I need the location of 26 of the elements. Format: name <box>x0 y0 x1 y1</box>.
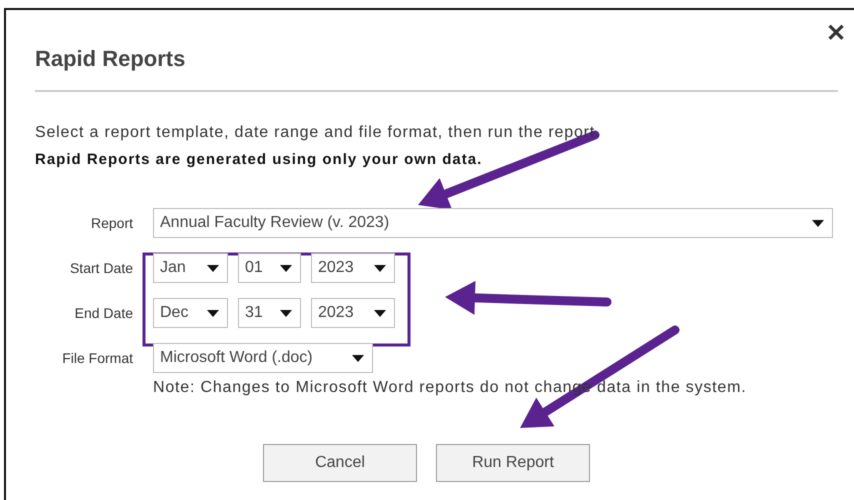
dropdown[interactable]: 31 <box>238 298 301 328</box>
dropdown[interactable]: 2023 <box>311 253 395 283</box>
caret-icon <box>207 264 219 272</box>
caret-icon <box>207 310 219 316</box>
dropdown[interactable]: Dec <box>153 298 228 328</box>
field-label: Report <box>90 214 133 233</box>
caret-icon <box>812 220 824 226</box>
caret-icon <box>374 310 386 316</box>
notice-text: Rapid Reports are generated using only your own data. <box>35 150 484 169</box>
dropdown[interactable]: Annual Faculty Review (v. 2023) <box>153 208 833 238</box>
caret-icon <box>280 264 292 272</box>
dropdown[interactable]: 2023 <box>311 298 395 328</box>
caret-icon <box>374 264 386 272</box>
cancel-button[interactable]: Cancel <box>263 444 417 482</box>
dialog-title: Rapid Reports <box>35 46 186 72</box>
run-report-button[interactable]: Run Report <box>436 444 590 482</box>
dropdown[interactable]: 01 <box>238 253 301 283</box>
field-label: Start Date <box>68 259 133 278</box>
caret-icon <box>280 310 292 316</box>
dropdown[interactable]: Microsoft Word (.doc) <box>153 343 373 373</box>
dropdown[interactable]: Jan <box>153 253 228 283</box>
caret-icon <box>352 354 364 362</box>
close-button[interactable]: ✕ <box>822 22 850 46</box>
field-label: End Date <box>74 304 133 323</box>
field-label: File Format <box>61 349 133 368</box>
instructions-text: Select a report template, date range and file format, then run the report. <box>35 123 602 142</box>
